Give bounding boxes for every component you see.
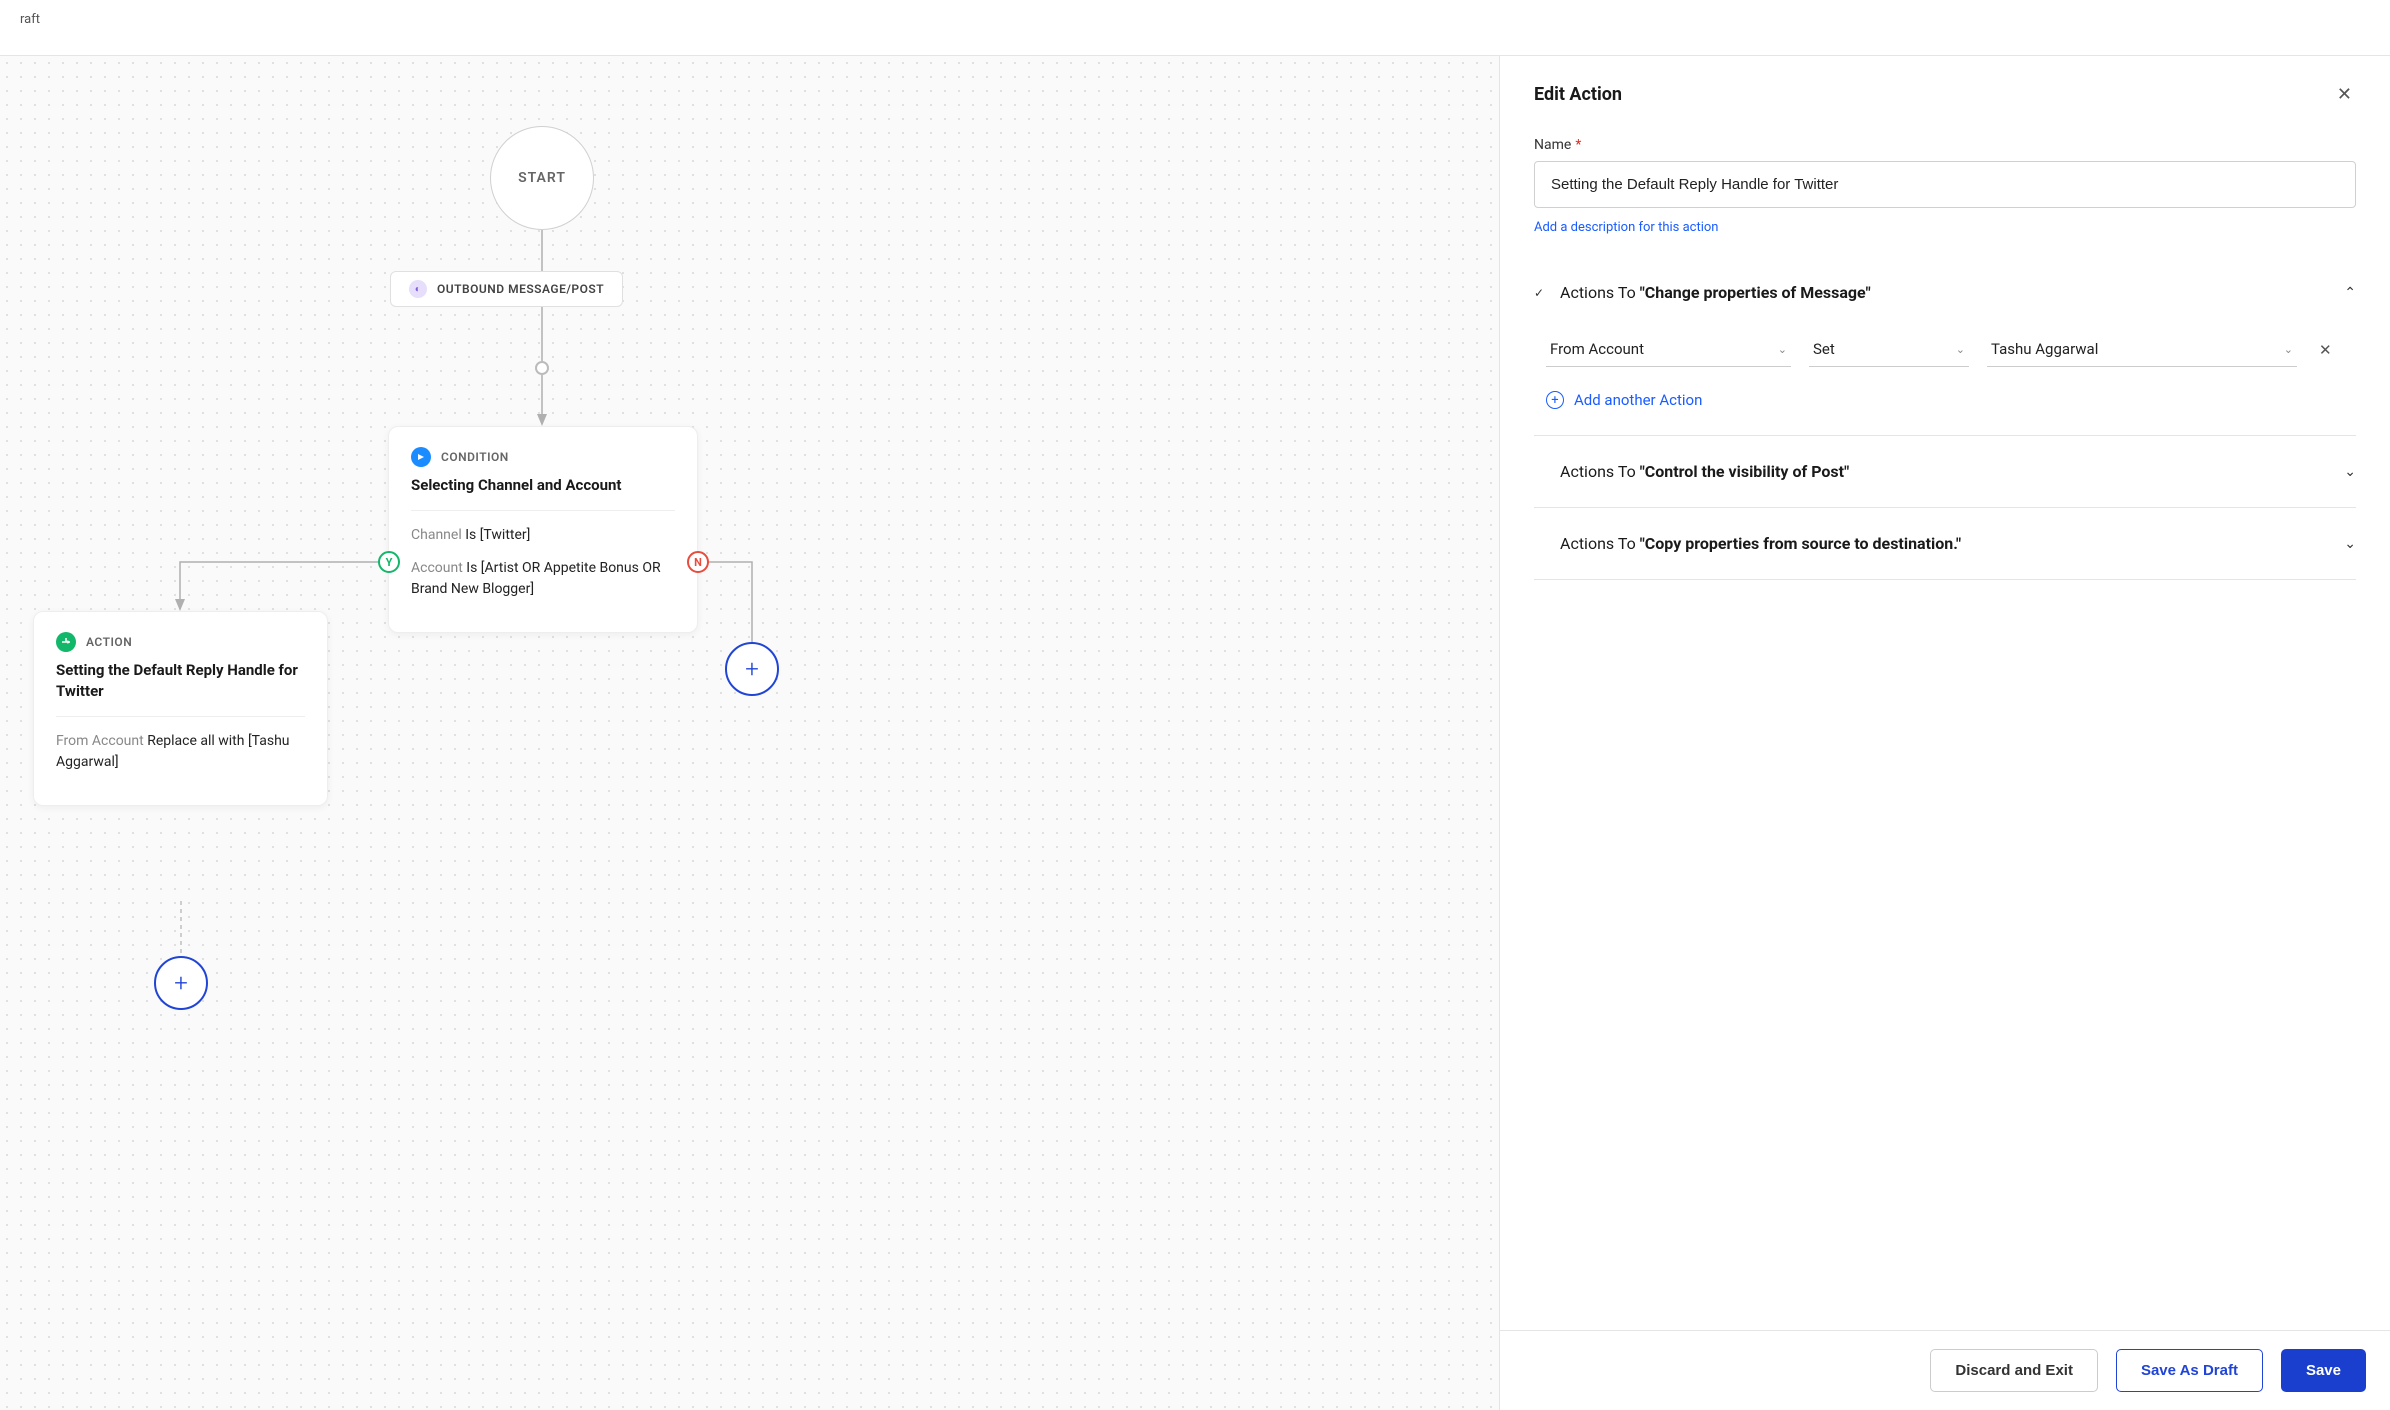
- action-node[interactable]: ACTION Setting the Default Reply Handle …: [33, 611, 328, 806]
- start-node[interactable]: START: [490, 126, 594, 230]
- outbound-icon: ◐: [409, 280, 427, 298]
- section-copy-properties[interactable]: Actions To "Copy properties from source …: [1534, 508, 2356, 580]
- remove-rule-icon[interactable]: ✕: [2315, 337, 2336, 363]
- add-node-button-after-action[interactable]: +: [154, 956, 208, 1010]
- chevron-down-icon: ⌄: [2344, 536, 2356, 552]
- save-button[interactable]: Save: [2281, 1349, 2366, 1392]
- action-icon: [56, 632, 76, 652]
- name-input[interactable]: [1534, 161, 2356, 208]
- condition-node[interactable]: CONDITION Selecting Channel and Account …: [388, 426, 698, 633]
- section-change-properties[interactable]: ✓ Actions To "Change properties of Messa…: [1534, 283, 2356, 302]
- start-label: START: [518, 170, 566, 186]
- top-bar: raft: [0, 0, 2390, 56]
- chevron-down-icon: ⌄: [2284, 343, 2293, 356]
- add-another-action-link[interactable]: + Add another Action: [1534, 391, 2356, 409]
- condition-type-label: CONDITION: [441, 450, 509, 464]
- section-3-title: Actions To "Copy properties from source …: [1534, 534, 2344, 553]
- draft-fragment: raft: [20, 12, 40, 27]
- connector-circle: [535, 361, 549, 375]
- branch-no-badge: N: [687, 551, 709, 573]
- condition-title: Selecting Channel and Account: [411, 475, 675, 496]
- flow-canvas[interactable]: START ◐ OUTBOUND MESSAGE/POST CONDITION …: [0, 56, 1500, 1410]
- chevron-down-icon: ⌄: [1956, 343, 1965, 356]
- add-description-link[interactable]: Add a description for this action: [1534, 220, 1718, 235]
- action-rule-row: From Account ⌄ Set ⌄ Tashu Aggarwal ⌄ ✕: [1534, 332, 2356, 367]
- value-select[interactable]: Tashu Aggarwal ⌄: [1987, 332, 2297, 367]
- action-title: Setting the Default Reply Handle for Twi…: [56, 660, 305, 702]
- chevron-down-icon: ⌄: [2344, 464, 2356, 480]
- operation-select[interactable]: Set ⌄: [1809, 332, 1969, 367]
- plus-circle-icon: +: [1546, 391, 1564, 409]
- name-field-label: Name*: [1534, 137, 2356, 153]
- close-icon[interactable]: ✕: [2333, 80, 2356, 109]
- save-as-draft-button[interactable]: Save As Draft: [2116, 1349, 2263, 1392]
- condition-rule-1: Channel Is [Twitter]: [411, 525, 675, 546]
- add-node-button-no-branch[interactable]: +: [725, 642, 779, 696]
- panel-title: Edit Action: [1534, 84, 1622, 105]
- section-1-title: Actions To "Change properties of Message…: [1560, 283, 2332, 302]
- discard-button[interactable]: Discard and Exit: [1930, 1349, 2098, 1392]
- trigger-label: OUTBOUND MESSAGE/POST: [437, 282, 604, 296]
- chevron-down-icon: ⌄: [1778, 343, 1787, 356]
- check-icon: ✓: [1534, 286, 1548, 300]
- action-type-label: ACTION: [86, 635, 132, 649]
- edit-action-panel: Edit Action ✕ Name* Add a description fo…: [1500, 56, 2390, 1410]
- condition-icon: [411, 447, 431, 467]
- action-rule: From Account Replace all with [Tashu Agg…: [56, 731, 305, 773]
- branch-yes-badge: Y: [378, 551, 400, 573]
- chevron-up-icon: ⌃: [2344, 285, 2356, 301]
- condition-rule-2: Account Is [Artist OR Appetite Bonus OR …: [411, 558, 675, 600]
- trigger-pill[interactable]: ◐ OUTBOUND MESSAGE/POST: [390, 271, 623, 307]
- section-control-visibility[interactable]: Actions To "Control the visibility of Po…: [1534, 436, 2356, 508]
- panel-footer: Discard and Exit Save As Draft Save: [1500, 1330, 2390, 1410]
- section-2-title: Actions To "Control the visibility of Po…: [1534, 462, 2344, 481]
- property-select[interactable]: From Account ⌄: [1546, 332, 1791, 367]
